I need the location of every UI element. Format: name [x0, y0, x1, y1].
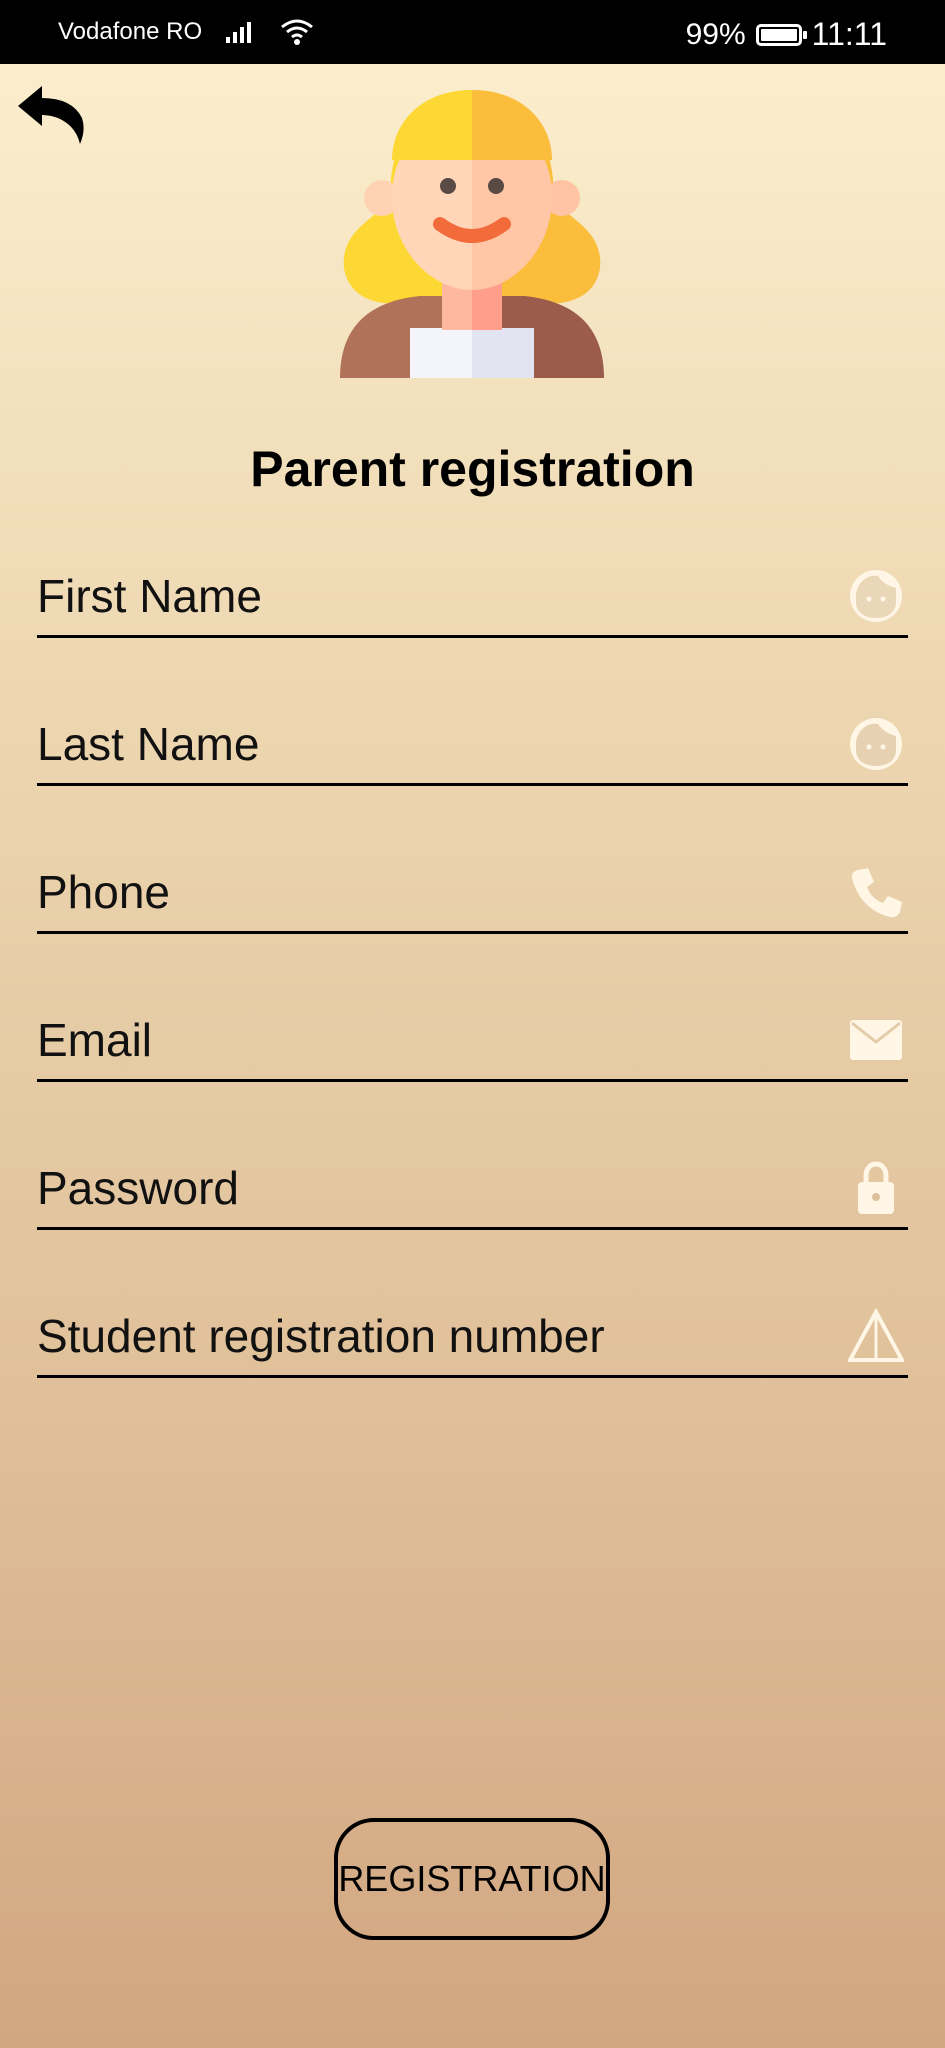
clock: 11:11: [811, 16, 887, 52]
parent-avatar-icon: [340, 90, 604, 378]
email-input[interactable]: [37, 1004, 817, 1076]
signal-icon: [226, 22, 252, 43]
back-arrow-icon[interactable]: [14, 82, 90, 152]
wifi-icon: [281, 19, 314, 45]
triangle-icon: [848, 1308, 904, 1362]
first-name-field[interactable]: [37, 560, 908, 638]
status-bar: Vodafone RO 99% 11:11: [0, 0, 945, 64]
phone-icon: [851, 868, 902, 918]
password-input[interactable]: [37, 1152, 817, 1224]
password-field[interactable]: [37, 1152, 908, 1230]
battery-percent: 99%: [685, 17, 746, 51]
last-name-field[interactable]: [37, 708, 908, 786]
phone-input[interactable]: [37, 856, 817, 928]
registration-button[interactable]: REGISTRATION: [334, 1818, 610, 1940]
lock-icon: [858, 1161, 894, 1214]
carrier-label: Vodafone RO: [58, 18, 203, 45]
first-name-input[interactable]: [37, 560, 817, 632]
envelope-icon: [850, 1020, 902, 1060]
page-title: Parent registration: [250, 441, 695, 497]
student-number-field[interactable]: [37, 1300, 908, 1378]
status-right: 99% 11:11: [686, 16, 887, 53]
student-number-input[interactable]: [37, 1300, 817, 1372]
last-name-input[interactable]: [37, 708, 817, 780]
face-icon: [850, 570, 902, 622]
email-field[interactable]: [37, 1004, 908, 1082]
face-icon: [850, 718, 902, 770]
battery-icon: [755, 23, 807, 46]
phone-field[interactable]: [37, 856, 908, 934]
status-left: Vodafone RO: [58, 18, 314, 46]
